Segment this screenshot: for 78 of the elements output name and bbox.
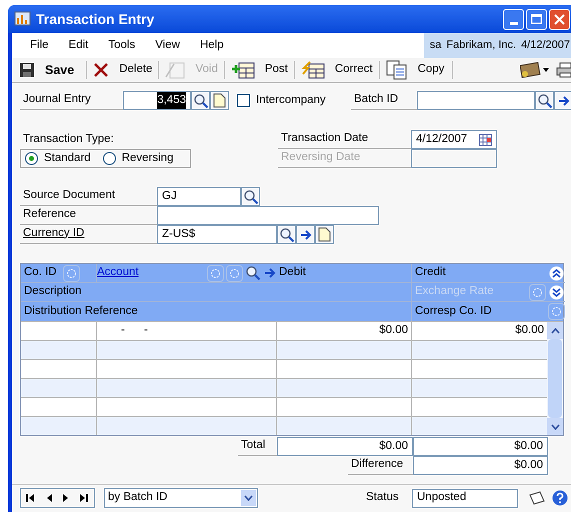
scroll-down-icon[interactable]	[550, 424, 560, 430]
source-document-field[interactable]: GJ	[157, 187, 241, 206]
close-button[interactable]	[549, 8, 570, 30]
lightning-table-icon	[300, 61, 325, 79]
save-button[interactable]: Save	[17, 60, 82, 80]
new-document-icon[interactable]	[213, 93, 226, 108]
copy-button[interactable]: Copy	[384, 60, 446, 80]
arrow-right-icon[interactable]	[556, 94, 570, 108]
total-credit-field[interactable]: $0.00	[413, 437, 548, 456]
arrow-right-icon[interactable]	[298, 228, 312, 242]
column-header: Exchange Rate	[415, 284, 494, 300]
column-header: Corresp Co. ID	[415, 304, 492, 319]
checkbox[interactable]	[237, 94, 250, 107]
note-icon[interactable]	[528, 491, 546, 505]
minimize-icon	[510, 22, 518, 24]
column-header: Description	[24, 284, 82, 300]
menu-item[interactable]: Help	[196, 36, 227, 54]
search-icon[interactable]	[278, 226, 294, 242]
radio-label: Reversing	[122, 150, 174, 166]
maximize-button[interactable]	[526, 8, 547, 30]
radio-label: Standard	[44, 150, 91, 166]
menu-item[interactable]: Edit	[66, 36, 92, 54]
radio-button[interactable]	[25, 152, 38, 165]
correct-button[interactable]: Correct	[298, 61, 375, 79]
table-cell-text: $0.00	[515, 323, 544, 338]
column-header: Credit	[415, 265, 446, 280]
radio-button[interactable]	[102, 152, 116, 165]
column-header: Co. ID	[24, 265, 57, 280]
minimize-button[interactable]	[503, 8, 524, 30]
status-label: Status	[366, 490, 400, 506]
total-debit-field[interactable]: $0.00	[277, 437, 413, 456]
close-icon	[554, 14, 565, 24]
expand-rows-icon[interactable]	[548, 284, 564, 300]
next-record-icon[interactable]	[62, 493, 69, 503]
last-record-icon[interactable]	[80, 493, 89, 503]
account-link[interactable]: Account	[97, 264, 205, 282]
post-button[interactable]: Post	[228, 61, 290, 79]
calendar-icon[interactable]	[479, 134, 492, 146]
column-header: Distribution Reference	[24, 304, 138, 319]
difference-field[interactable]: $0.00	[413, 456, 548, 475]
add-table-icon	[230, 61, 255, 79]
search-icon[interactable]	[536, 92, 552, 108]
scrollbar[interactable]	[547, 321, 563, 435]
new-document-icon[interactable]	[318, 227, 331, 242]
previous-record-icon[interactable]	[46, 493, 52, 503]
menu-item[interactable]: File	[27, 36, 52, 54]
arrow-right-icon[interactable]	[263, 266, 277, 280]
menu-item[interactable]: View	[152, 36, 183, 54]
date-field[interactable]: 4/12/2007	[411, 130, 497, 149]
session-info: sa Fabrikam, Inc. 4/12/2007	[424, 33, 571, 58]
menu-item[interactable]: Tools	[105, 36, 138, 54]
collapse-rows-icon[interactable]	[548, 266, 564, 280]
search-icon[interactable]	[242, 188, 258, 204]
maximize-icon	[531, 14, 542, 24]
printer-icon[interactable]	[556, 62, 571, 78]
dropdown-caret-icon[interactable]	[244, 495, 253, 501]
batch-id-field[interactable]	[417, 91, 535, 110]
column-header: Debit	[279, 265, 306, 280]
app-icon	[14, 11, 32, 27]
search-icon[interactable]	[192, 92, 208, 108]
currency-id-field[interactable]: Z-US$	[157, 225, 277, 244]
x-icon	[93, 62, 110, 78]
group-label: Transaction Type:	[22, 132, 115, 147]
journal-entry-field[interactable]: 3,453	[123, 91, 191, 110]
delete-button[interactable]: Delete	[91, 61, 154, 79]
table-cell-text: - -	[121, 323, 148, 338]
first-record-icon[interactable]	[26, 493, 36, 503]
table-cell-text: $0.00	[379, 323, 408, 338]
reference-field[interactable]	[157, 206, 379, 225]
void-document-icon	[165, 61, 186, 79]
help-icon[interactable]	[552, 490, 568, 506]
browse-dropdown[interactable]: by Batch ID	[104, 488, 258, 508]
status-field[interactable]: Unposted	[412, 488, 518, 508]
money-icon[interactable]	[520, 62, 550, 78]
scroll-up-icon[interactable]	[550, 328, 560, 334]
search-icon[interactable]	[245, 265, 261, 281]
checkbox-label: Intercompany	[256, 92, 327, 108]
window-title: Transaction Entry	[36, 10, 156, 29]
